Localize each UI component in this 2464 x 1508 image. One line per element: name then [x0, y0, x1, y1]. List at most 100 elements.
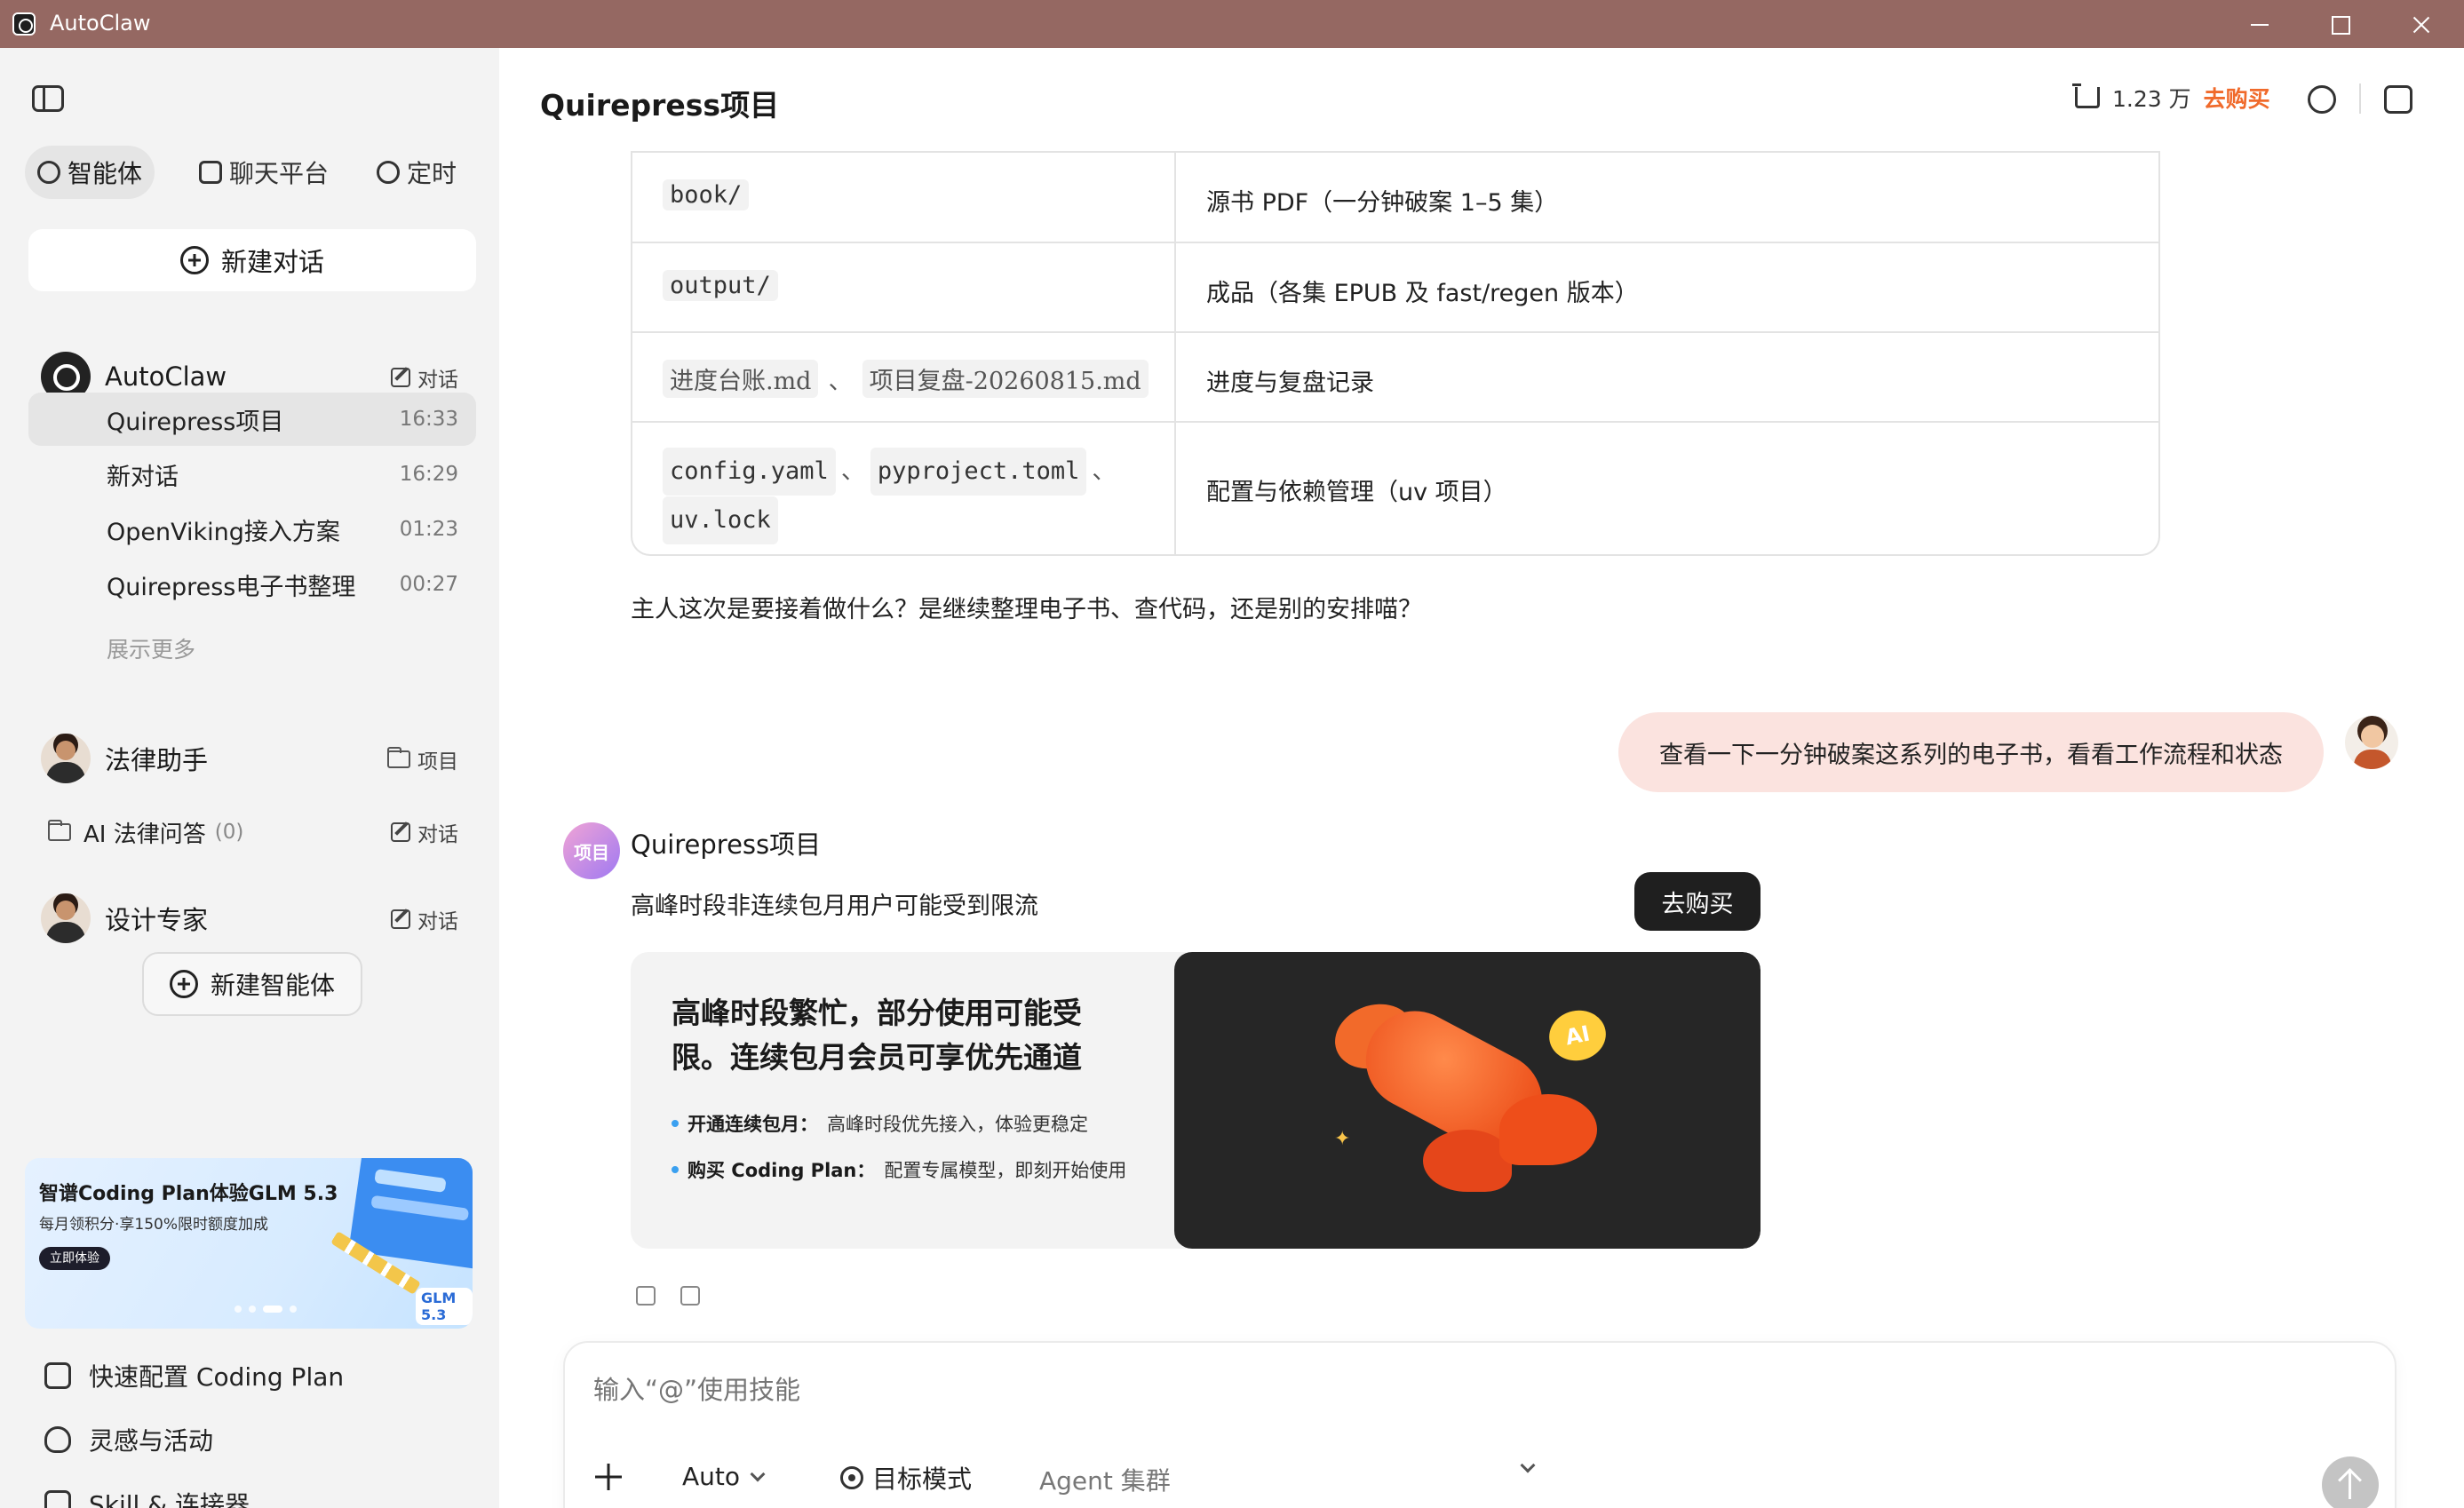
design-expert-avatar	[41, 893, 91, 943]
lobster-claw-shape	[1423, 1130, 1512, 1192]
bullet-icon	[672, 1166, 679, 1173]
side-panel-icon[interactable]	[2384, 85, 2412, 114]
conversation-item[interactable]: 新对话 16:29	[28, 448, 476, 501]
conversation-title: Quirepress项目	[107, 408, 284, 436]
sidebar-tabs: 智能体 聊天平台 定时	[25, 146, 478, 199]
conversation-title: 新对话	[107, 463, 179, 491]
ai-badge: AI	[1544, 1004, 1611, 1067]
chevron-down-icon[interactable]	[1520, 1457, 1536, 1473]
page-title: Quirepress项目	[540, 88, 780, 123]
upgrade-card[interactable]: 高峰时段繁忙，部分使用可能受限。连续包月会员可享优先通道 开通连续包月： 高峰时…	[631, 952, 1761, 1249]
nav-label: Skill & 连接器	[89, 1490, 250, 1508]
share-icon[interactable]	[680, 1286, 700, 1306]
table-cell-desc: 源书 PDF（一分钟破案 1–5 集）	[1206, 189, 1559, 217]
carousel-dots[interactable]	[234, 1306, 297, 1313]
bot-name: Quirepress项目	[631, 829, 822, 860]
new-conversation-button[interactable]: 对话	[391, 362, 458, 393]
chevron-down-icon	[750, 1466, 766, 1481]
table-cell-path: output/	[632, 243, 1176, 331]
bot-avatar: 项目	[563, 822, 620, 879]
lightbulb-icon	[44, 1426, 71, 1453]
profile-icon[interactable]	[2308, 85, 2336, 114]
close-button[interactable]	[2404, 7, 2439, 43]
edit-icon	[391, 822, 410, 842]
nav-coding-plan[interactable]: 快速配置 Coding Plan	[44, 1353, 471, 1398]
tab-schedule[interactable]: 定时	[364, 146, 469, 199]
message-actions	[636, 1286, 700, 1306]
add-attachment-icon[interactable]	[595, 1464, 622, 1490]
separator: 、	[828, 368, 853, 395]
agent-name: 设计专家	[105, 905, 209, 935]
copy-icon[interactable]	[636, 1286, 656, 1306]
nav-inspiration[interactable]: 灵感与活动	[44, 1417, 471, 1462]
conversation-item[interactable]: Quirepress项目 16:33	[28, 393, 476, 446]
new-conversation-button[interactable]: 对话	[391, 904, 458, 934]
carousel-dot[interactable]	[290, 1306, 297, 1313]
promo-subtitle: 每月领积分·享150%限时额度加成	[39, 1216, 269, 1234]
table-row: output/ 成品（各集 EPUB 及 fast/regen 版本）	[632, 242, 2158, 331]
sidebar: 智能体 聊天平台 定时 新建对话 AutoClaw 对话 Quirepress项…	[0, 48, 499, 1508]
cart-icon	[2072, 83, 2100, 108]
new-chat-button[interactable]: 新建对话	[28, 229, 476, 291]
message-composer: Auto 目标模式 Agent 集群	[563, 1341, 2396, 1508]
card-item: 开通连续包月： 高峰时段优先接入，体验更稳定	[672, 1110, 1088, 1137]
tab-agents[interactable]: 智能体	[25, 146, 155, 199]
mode-selector[interactable]: Auto	[682, 1462, 766, 1491]
carousel-dot-active[interactable]	[263, 1306, 282, 1313]
agent-name: 法律助手	[105, 745, 209, 775]
nav-label: 灵感与活动	[89, 1426, 214, 1456]
user-message-bubble: 查看一下一分钟破案这系列的电子书，看看工作流程和状态	[1618, 712, 2324, 792]
project-label: AI 法律问答	[83, 821, 206, 848]
action-label: 对话	[417, 823, 458, 846]
new-chat-label: 新建对话	[220, 247, 324, 277]
agent-cluster-selector[interactable]: Agent 集群	[1039, 1462, 1171, 1497]
folder-icon	[48, 820, 71, 841]
sparkle-icon: ✦	[1334, 1128, 1351, 1150]
path-code: pyproject.toml	[870, 448, 1087, 496]
conversation-time: 16:29	[399, 463, 458, 486]
credits-display[interactable]: 1.23 万 去购买	[2072, 82, 2270, 114]
new-project-button[interactable]: 项目	[387, 744, 458, 774]
carousel-dot[interactable]	[249, 1306, 256, 1313]
skill-icon	[44, 1490, 71, 1508]
goal-mode-label: 目标模式	[872, 1464, 973, 1494]
carousel-dot[interactable]	[234, 1306, 242, 1313]
goal-mode-button[interactable]: 目标模式	[840, 1460, 972, 1496]
message-input[interactable]	[593, 1375, 2192, 1405]
new-agent-button[interactable]: 新建智能体	[142, 952, 362, 1016]
buy-button[interactable]: 去购买	[1634, 872, 1761, 931]
app-logo-icon	[12, 12, 36, 36]
minimize-button[interactable]	[2242, 7, 2277, 43]
show-more-link[interactable]: 展示更多	[107, 632, 195, 664]
send-button[interactable]	[2322, 1456, 2379, 1508]
promo-title: 智谱Coding Plan体验GLM 5.3	[39, 1183, 338, 1205]
path-code: config.yaml	[663, 448, 836, 496]
table-cell-path: 进度台账.md 、 项目复盘-20260815.md	[632, 333, 1176, 421]
agent-design-expert[interactable]: 设计专家 对话	[28, 892, 476, 945]
project-ai-legal-qa[interactable]: AI 法律问答 (0) 对话	[48, 810, 476, 854]
agent-legal-assistant[interactable]: 法律助手 项目	[28, 732, 476, 785]
sidebar-toggle-icon[interactable]	[32, 85, 64, 112]
new-conversation-button[interactable]: 对话	[391, 817, 458, 847]
conversation-time: 01:23	[399, 518, 458, 541]
table-cell-path: book/	[632, 153, 1176, 242]
tab-chat-platform[interactable]: 聊天平台	[187, 146, 341, 199]
assistant-reply: 主人这次是要接着做什么？是继续整理电子书、查代码，还是别的安排喵？	[631, 596, 1422, 623]
edit-icon	[391, 909, 410, 929]
promo-banner[interactable]: 智谱Coding Plan体验GLM 5.3 每月领积分·享150%限时额度加成…	[25, 1158, 473, 1329]
lobster-claw-shape	[1499, 1094, 1597, 1165]
path-code: uv.lock	[663, 496, 778, 544]
mode-label: Auto	[682, 1462, 741, 1491]
conversation-item[interactable]: OpenViking接入方案 01:23	[28, 503, 476, 556]
card-item-desc: 高峰时段优先接入，体验更稳定	[827, 1114, 1088, 1135]
nav-skills-connectors[interactable]: Skill & 连接器	[44, 1481, 471, 1508]
buy-link[interactable]: 去购买	[2204, 82, 2270, 114]
path-code: book/	[663, 179, 750, 210]
conversation-item[interactable]: Quirepress电子书整理 00:27	[28, 558, 476, 611]
action-label: 项目	[417, 750, 458, 774]
maximize-button[interactable]	[2322, 7, 2357, 43]
agent-icon	[37, 161, 60, 184]
promo-cta-button[interactable]: 立即体验	[39, 1247, 110, 1270]
nav-label: 快速配置 Coding Plan	[89, 1362, 345, 1392]
card-item-title: 购买 Coding Plan：	[688, 1160, 876, 1181]
